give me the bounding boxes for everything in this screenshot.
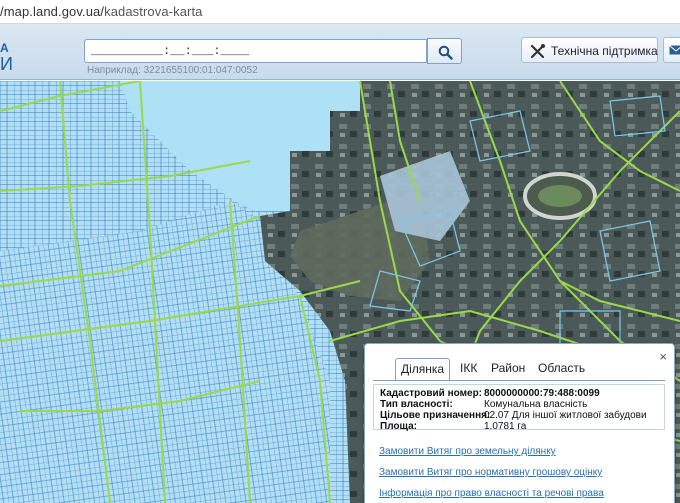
popup-close-button[interactable]: × (659, 349, 667, 364)
ownership-info-link[interactable]: Інформація про право власності та речові… (379, 488, 604, 499)
cadastral-number: 8000000000:79:488:0099 (484, 388, 600, 399)
search-button[interactable] (427, 38, 462, 64)
tab-parcel[interactable]: Ділянка (395, 358, 451, 380)
parcel-info-table: Кадастровий номер: 8000000000:79:488:009… (373, 384, 665, 432)
info-key: Площа: (380, 421, 417, 432)
info-key: Тип власності: (380, 399, 453, 410)
tab-region[interactable]: Область (533, 358, 590, 380)
order-valuation-extract-link[interactable]: Замовити Витяг про нормативну грошову оц… (379, 467, 602, 478)
browser-address-bar[interactable]: /map.land.gov.ua/kadastrova-karta (0, 0, 680, 24)
cadastral-search-field[interactable] (84, 39, 427, 63)
tabs-divider (373, 380, 665, 381)
mail-icon (669, 45, 680, 55)
info-key: Кадастровий номер: (380, 388, 483, 399)
tab-ikk[interactable]: ІКК (455, 358, 482, 380)
url-prefix: /map.land.gov.ua/ (0, 4, 105, 19)
parcel-info-popup: × Ділянка ІКК Район Область Кадастровий … (364, 343, 675, 503)
stadium-field (538, 185, 582, 207)
ownership-type: Комунальна власність (484, 399, 588, 410)
site-header: А И Наприклад: 3221655100:01:047:0052 Те… (0, 24, 680, 80)
parcel-area: 1.0781 га (484, 421, 527, 432)
logo-text-bottom: И (0, 54, 13, 74)
logo-text-top: А (0, 41, 9, 55)
mail-button[interactable] (663, 37, 680, 63)
app-root: /map.land.gov.ua/kadastrova-karta А И На… (0, 0, 680, 503)
tab-district[interactable]: Район (486, 358, 530, 380)
url-text[interactable]: /map.land.gov.ua/kadastrova-karta (0, 4, 203, 19)
url-path: kadastrova-karta (104, 4, 203, 19)
search-icon (438, 45, 453, 60)
info-key: Цільове призначення: (380, 410, 491, 421)
tech-support-label: Технічна підтримка (551, 44, 658, 58)
cadastral-search-input[interactable] (85, 40, 426, 62)
tools-icon (530, 44, 545, 59)
order-parcel-extract-link[interactable]: Замовити Витяг про земельну ділянку (379, 446, 556, 457)
search-hint: Наприклад: 3221655100:01:047:0052 (87, 65, 258, 76)
land-purpose: 02.07 Для іншої житлової забудови (484, 410, 647, 421)
tech-support-button[interactable]: Технічна підтримка (521, 37, 658, 63)
